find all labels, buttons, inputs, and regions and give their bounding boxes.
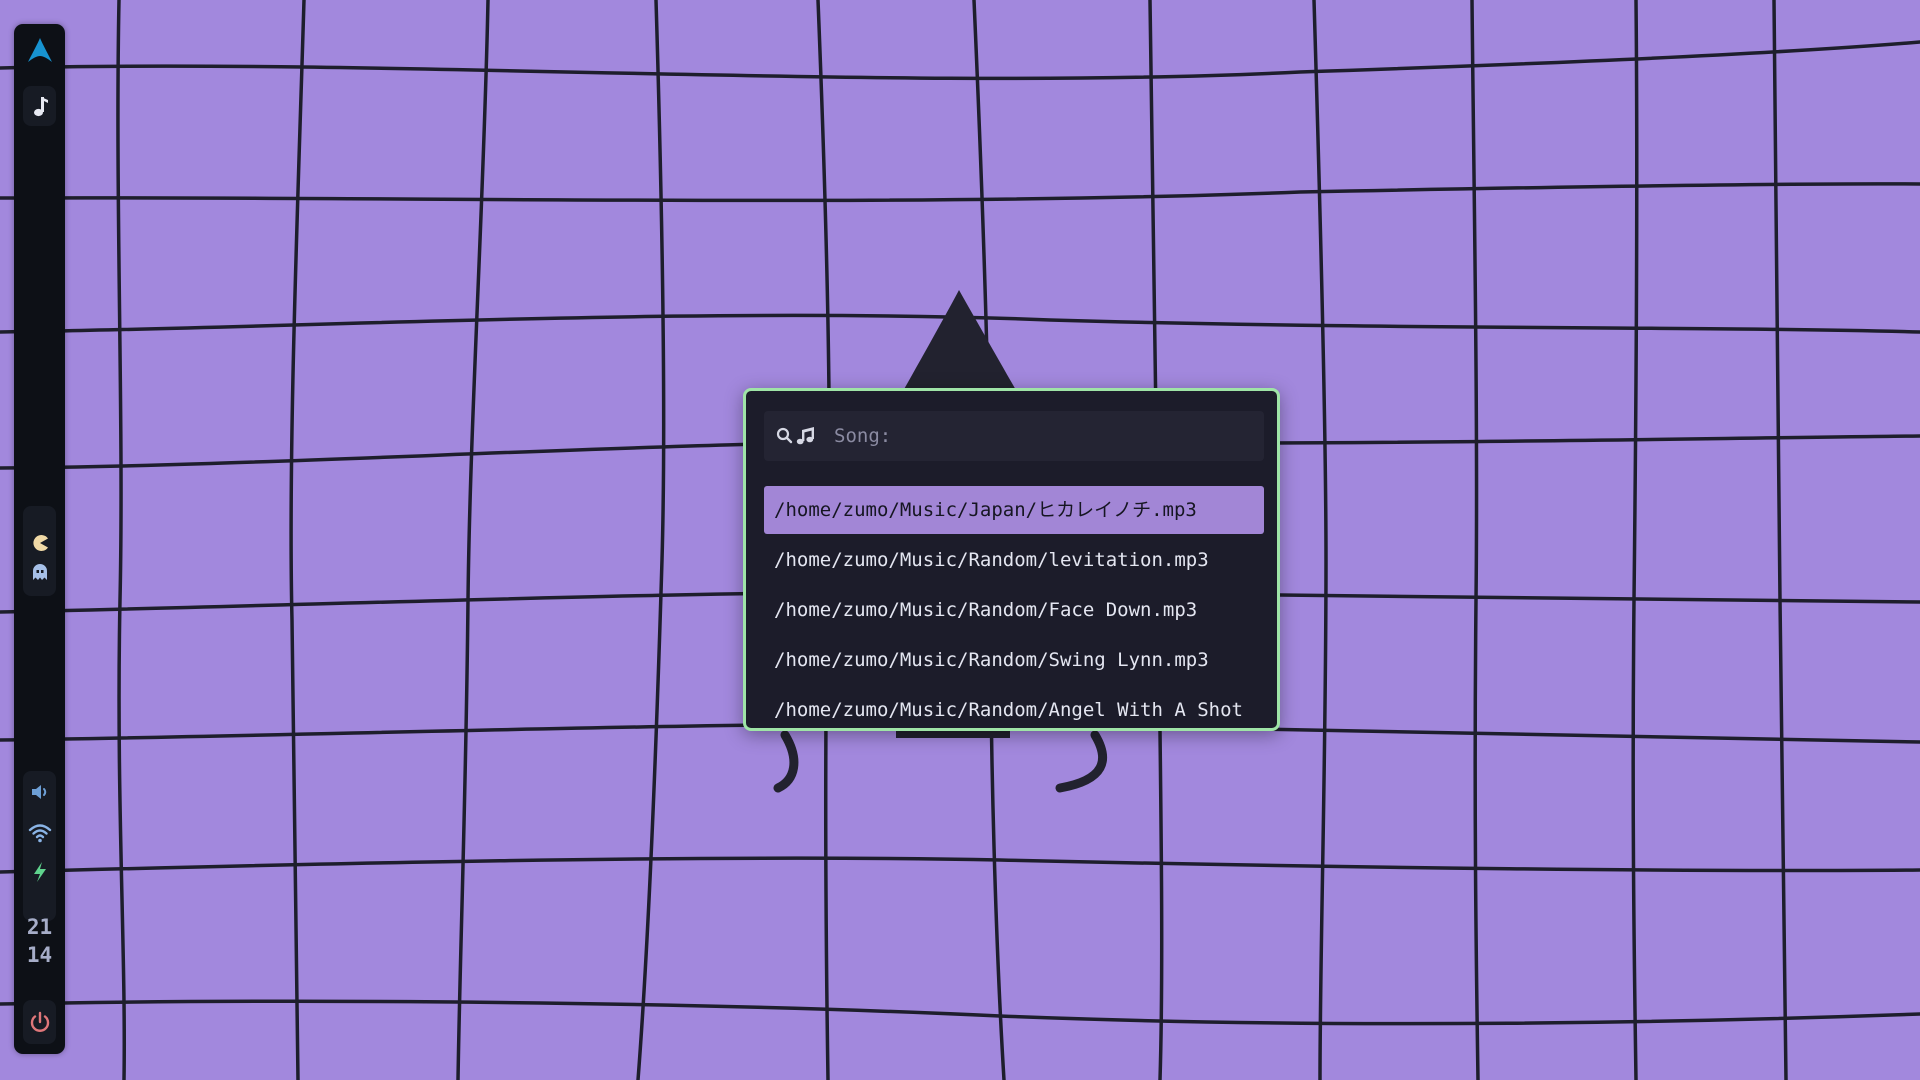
arch-logo-icon[interactable] <box>27 37 53 63</box>
clock[interactable]: 21 14 <box>14 913 65 969</box>
search-bar[interactable]: Song: <box>764 411 1264 461</box>
status-module <box>23 771 56 921</box>
result-item-selected[interactable]: /home/zumo/Music/Japan/ヒカレイノチ.mp3 <box>764 486 1264 534</box>
search-icon <box>776 427 793 444</box>
result-item[interactable]: /home/zumo/Music/Random/Swing Lynn.mp3 <box>764 636 1264 684</box>
workspaces-module <box>23 506 56 596</box>
music-module[interactable] <box>23 86 56 126</box>
clock-hour: 21 <box>26 915 53 939</box>
music-notes-icon <box>796 427 814 445</box>
result-item[interactable]: /home/zumo/Music/Random/levitation.mp3 <box>764 536 1264 584</box>
power-icon[interactable] <box>28 1010 52 1034</box>
wifi-icon[interactable] <box>28 823 52 843</box>
ghost-icon[interactable] <box>32 563 48 581</box>
music-note-icon <box>33 97 48 117</box>
power-module <box>23 1000 56 1044</box>
volume-icon[interactable] <box>30 783 50 801</box>
result-item[interactable]: /home/zumo/Music/Random/Angel With A Sho… <box>764 686 1264 728</box>
song-launcher: Song: /home/zumo/Music/Japan/ヒカレイノチ.mp3/… <box>743 388 1280 731</box>
clock-minute: 14 <box>26 943 53 967</box>
vertical-bar: 21 14 <box>14 24 65 1054</box>
search-prompt-label: Song: <box>834 425 892 447</box>
pacman-icon[interactable] <box>31 534 49 552</box>
charging-bolt-icon[interactable] <box>31 861 49 883</box>
results-list: /home/zumo/Music/Japan/ヒカレイノチ.mp3/home/z… <box>764 486 1264 728</box>
result-item[interactable]: /home/zumo/Music/Random/Face Down.mp3 <box>764 586 1264 634</box>
